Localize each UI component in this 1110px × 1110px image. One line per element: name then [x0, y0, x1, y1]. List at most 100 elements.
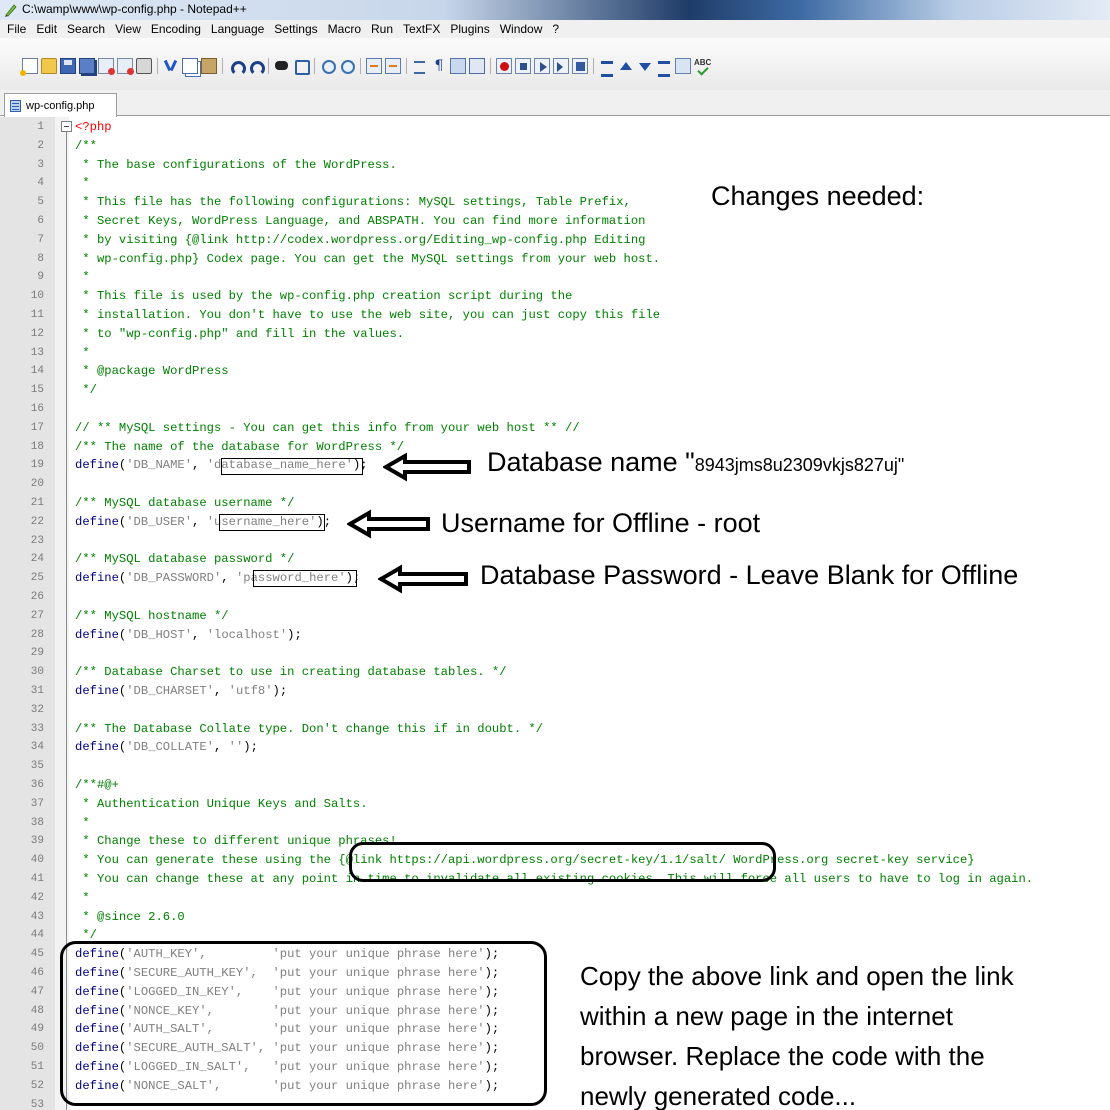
code-line[interactable]: 31 define('DB_CHARSET', 'utf8');	[0, 682, 1110, 701]
code-line[interactable]: 36 /**#@+	[0, 776, 1110, 795]
code-token-kw: define	[75, 571, 119, 586]
menu-item-window[interactable]: Window	[495, 22, 548, 36]
cut-icon[interactable]	[163, 58, 179, 74]
menu-item-settings[interactable]: Settings	[269, 22, 322, 36]
code-line[interactable]: 33 /** The Database Collate type. Don't c…	[0, 720, 1110, 739]
code-line[interactable]: 16	[0, 400, 1110, 419]
line-number: 10	[30, 290, 44, 303]
code-line[interactable]: 10 * This file is used by the wp-config.…	[0, 287, 1110, 306]
sync-vertical-icon[interactable]	[366, 58, 382, 74]
show-all-chars-icon[interactable]: ¶	[431, 58, 447, 74]
menu-item-language[interactable]: Language	[206, 22, 269, 36]
code-line[interactable]: 3 * The base configurations of the WordP…	[0, 156, 1110, 175]
sync-horizontal-icon[interactable]	[385, 58, 401, 74]
sort-icon[interactable]	[599, 58, 615, 77]
code-line[interactable]: 12 * to "wp-config.php" and fill in the …	[0, 325, 1110, 344]
new-file-icon[interactable]	[20, 58, 38, 76]
code-line[interactable]: 15 */	[0, 381, 1110, 400]
code-line[interactable]: 27 /** MySQL hostname */	[0, 607, 1110, 626]
redo-icon[interactable]	[247, 58, 265, 76]
move-down-icon[interactable]	[637, 58, 653, 74]
code-text: */	[75, 381, 97, 400]
menu-item-plugins[interactable]: Plugins	[445, 22, 494, 36]
spell-check-icon[interactable]: ABC	[694, 58, 711, 74]
undo-icon[interactable]	[228, 58, 246, 76]
code-line[interactable]: 6 * Secret Keys, WordPress Language, and…	[0, 212, 1110, 231]
menu-item-run[interactable]: Run	[366, 22, 398, 36]
code-token-comment: */	[75, 383, 97, 398]
code-line[interactable]: 30 /** Database Charset to use in creatin…	[0, 663, 1110, 682]
clipboard-icon[interactable]	[675, 58, 691, 74]
code-line[interactable]: 35	[0, 757, 1110, 776]
save-icon[interactable]	[60, 58, 76, 74]
code-token-comment: /** The name of the database for WordPre…	[75, 439, 405, 454]
user-language-icon[interactable]	[469, 58, 485, 74]
menu-item-search[interactable]: Search	[62, 22, 110, 36]
play-macro-icon[interactable]	[534, 58, 550, 74]
line-number: 48	[30, 1004, 44, 1017]
menu-item-macro[interactable]: Macro	[323, 22, 366, 36]
code-token-comment: // ** MySQL settings - You can get this …	[75, 420, 580, 435]
menu-item-encoding[interactable]: Encoding	[146, 22, 206, 36]
code-line[interactable]: 17 // ** MySQL settings - You can get thi…	[0, 419, 1110, 438]
copy-icon[interactable]	[182, 58, 198, 74]
zoom-in-icon[interactable]	[320, 58, 336, 74]
menu-item-help[interactable]: ?	[547, 22, 564, 36]
word-wrap-icon[interactable]	[412, 58, 428, 74]
toolbar-separator	[593, 58, 594, 74]
replace-icon[interactable]	[293, 58, 310, 75]
code-token-plain: ,	[213, 684, 229, 698]
code-line[interactable]: 2 /**	[0, 137, 1110, 156]
code-line[interactable]: 7 * by visiting {@link http://codex.word…	[0, 231, 1110, 250]
code-line[interactable]: 14 * @package WordPress	[0, 362, 1110, 381]
code-token-plain: ,	[192, 458, 207, 473]
print-icon[interactable]	[136, 58, 152, 74]
code-token-plain: );	[287, 627, 302, 642]
zoom-out-icon[interactable]	[339, 58, 355, 74]
code-line[interactable]: 38 *	[0, 814, 1110, 833]
close-icon[interactable]	[98, 58, 115, 75]
line-number: 50	[30, 1042, 44, 1055]
menu-item-edit[interactable]: Edit	[31, 22, 62, 36]
code-line[interactable]: 32	[0, 701, 1110, 720]
run-macro-multiple-icon[interactable]	[553, 58, 569, 74]
move-up-icon[interactable]	[618, 58, 634, 74]
code-line[interactable]: 5 * This file has the following configur…	[0, 193, 1110, 212]
tab-wp-config[interactable]: wp-config.php	[4, 93, 117, 117]
line-number: 18	[30, 440, 44, 453]
code-line[interactable]: 1 <?php	[0, 118, 1110, 137]
stop-macro-icon[interactable]	[515, 58, 531, 74]
save-macro-icon[interactable]	[572, 58, 588, 74]
toolbar-separator	[222, 58, 223, 74]
code-line[interactable]: 42 *	[0, 889, 1110, 908]
code-token-str: 'localhost'	[206, 627, 288, 642]
code-line[interactable]: 43 * @since 2.6.0	[0, 908, 1110, 927]
menu-item-file[interactable]: File	[2, 22, 31, 36]
record-macro-icon[interactable]	[496, 58, 512, 74]
line-number: 44	[30, 929, 44, 942]
paste-icon[interactable]	[201, 58, 217, 74]
code-line[interactable]: 9 *	[0, 268, 1110, 287]
code-text: * The base configurations of the WordPre…	[75, 156, 397, 175]
sort-lines-icon[interactable]	[656, 58, 672, 77]
save-all-icon[interactable]	[79, 58, 95, 74]
code-line[interactable]: 34 define('DB_COLLATE', '');	[0, 738, 1110, 757]
code-line[interactable]: 29	[0, 644, 1110, 663]
changes-needed-note: Changes needed:	[711, 181, 925, 211]
indent-guide-icon[interactable]	[450, 58, 466, 74]
code-line[interactable]: 11 * installation. You don't have to use…	[0, 306, 1110, 325]
menu-item-view[interactable]: View	[110, 22, 146, 36]
code-line[interactable]: 37 * Authentication Unique Keys and Salt…	[0, 795, 1110, 814]
toolbar: ¶ ABC	[0, 38, 1110, 90]
find-icon[interactable]	[274, 58, 290, 74]
menu-item-textfx[interactable]: TextFX	[398, 22, 445, 36]
line-number: 15	[30, 384, 44, 397]
line-number: 6	[37, 215, 44, 227]
code-line[interactable]: 4 *	[0, 174, 1110, 193]
code-line[interactable]: 8 * wp-config.php} Codex page. You can g…	[0, 250, 1110, 269]
code-line[interactable]: 28 define('DB_HOST', 'localhost');	[0, 626, 1110, 645]
code-line[interactable]: 20	[0, 475, 1110, 494]
close-all-icon[interactable]	[117, 58, 134, 75]
code-line[interactable]: 13 *	[0, 344, 1110, 363]
open-file-icon[interactable]	[41, 58, 57, 74]
